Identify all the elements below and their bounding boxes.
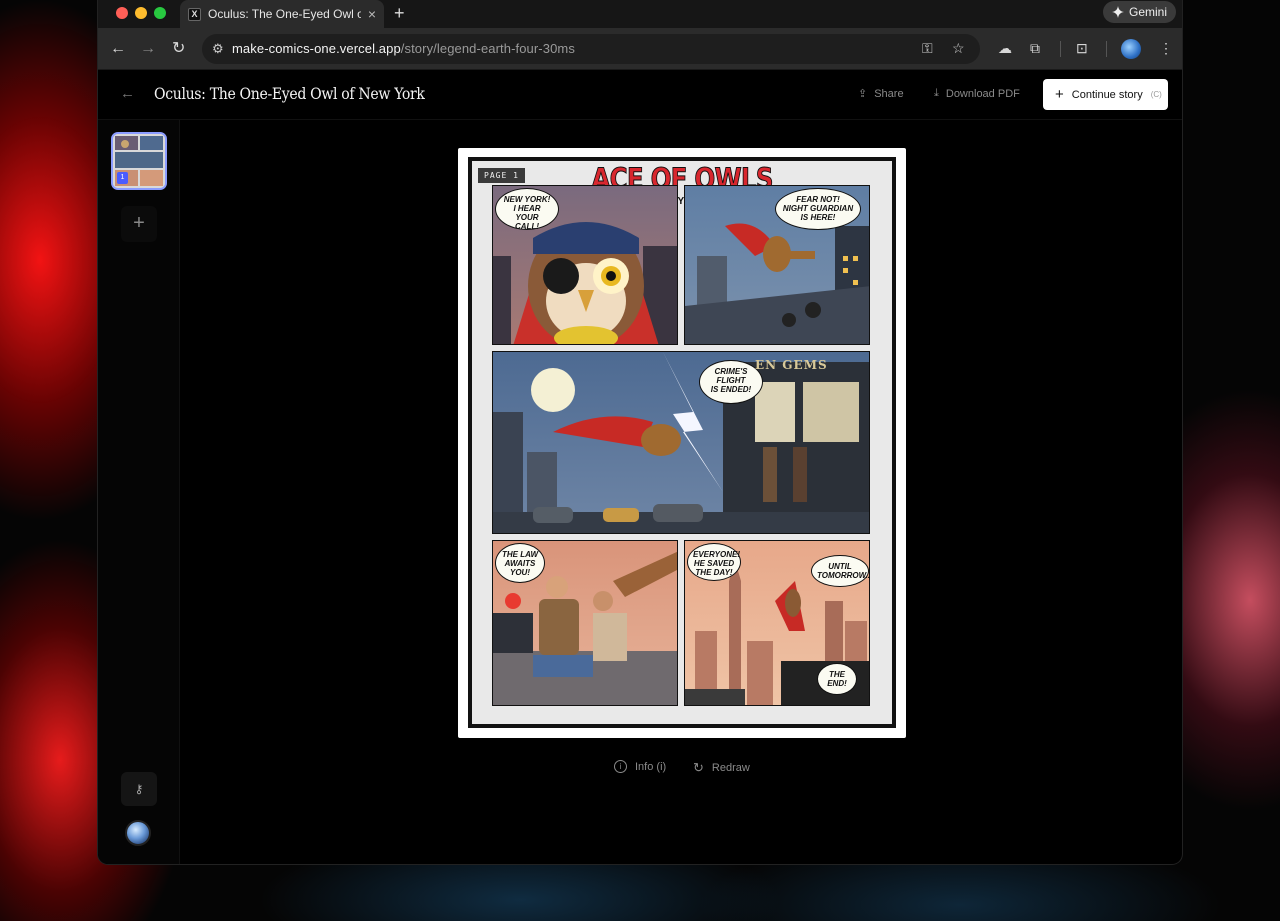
redraw-label: Redraw: [711, 762, 750, 774]
comic-page-frame: PAGE 1 ACE OF OWLS MYSTERY COMICS NEW YO…: [468, 157, 896, 728]
story-title: Oculus: The One-Eyed Owl of New York: [154, 84, 425, 103]
speech-bubble: EVERYONE! HE SAVED THE DAY!: [687, 543, 741, 581]
x-favicon-icon: X: [188, 7, 201, 21]
redraw-button[interactable]: ↻ Redraw: [693, 760, 750, 776]
forward-icon[interactable]: →: [140, 39, 156, 59]
speech-bubble: UNTIL TOMORROW...: [811, 555, 869, 587]
minimize-window-button[interactable]: [135, 7, 147, 19]
tab-title: Oculus: The One-Eyed Owl of New York: [208, 7, 361, 21]
download-icon: ⤓: [934, 87, 939, 99]
profile-avatar-icon[interactable]: [1121, 39, 1141, 59]
info-button[interactable]: i Info (i): [614, 760, 666, 773]
continue-label: Continue story: [1071, 88, 1143, 101]
share-button[interactable]: ⇪ Share: [858, 87, 904, 101]
comic-panel-1: NEW YORK! I HEAR YOUR CALL!: [492, 185, 678, 345]
download-pdf-button[interactable]: ⤓ Download PDF: [934, 87, 1020, 100]
comic-panel-3: CRIME'S FLIGHT IS ENDED! EN GEMS: [492, 351, 870, 534]
comic-panel-4: THE LAW AWAITS YOU!: [492, 540, 678, 706]
page-sidebar: 1 + ⚷: [98, 120, 180, 864]
url-host: make-comics-one.vercel.app: [232, 41, 401, 56]
browser-window: X Oculus: The One-Eyed Owl of New York ×…: [98, 0, 1182, 864]
tab-strip: X Oculus: The One-Eyed Owl of New York ×…: [98, 0, 1182, 28]
key-icon: ⚷: [134, 782, 144, 796]
url-text[interactable]: make-comics-one.vercel.app/story/legend-…: [232, 41, 575, 56]
redraw-icon: ↻: [693, 760, 704, 775]
speech-bubble: THE END!: [817, 663, 857, 695]
info-icon: i: [614, 760, 627, 773]
app-header: ← Oculus: The One-Eyed Owl of New York ⇪…: [98, 70, 1182, 120]
speech-bubble: THE LAW AWAITS YOU!: [495, 543, 545, 583]
browser-toolbar: ← → ↻ ⚙ make-comics-one.vercel.app/story…: [98, 28, 1182, 70]
back-arrow-icon[interactable]: ←: [120, 85, 135, 102]
comic-panel-5: EVERYONE! HE SAVED THE DAY! UNTIL TOMORR…: [684, 540, 870, 706]
bookmark-star-icon[interactable]: ☆: [952, 40, 965, 57]
back-icon[interactable]: ←: [110, 39, 126, 59]
add-page-button[interactable]: +: [121, 206, 157, 242]
new-tab-button[interactable]: +: [394, 3, 405, 24]
desktop-background: X Oculus: The One-Eyed Owl of New York ×…: [0, 0, 1280, 921]
page-number-badge: 1: [117, 172, 128, 184]
page-thumbnail[interactable]: 1: [111, 132, 167, 190]
toolbar-divider: [1060, 41, 1061, 57]
comic-panel-2: FEAR NOT! NIGHT GUARDIAN IS HERE!: [684, 185, 870, 345]
continue-story-button[interactable]: + Continue story (C): [1043, 79, 1168, 110]
gemini-label: Gemini: [1128, 5, 1167, 19]
keyboard-shortcut-hint: (C): [1150, 90, 1162, 99]
toolbar-divider: [1106, 41, 1107, 57]
zoom-window-button[interactable]: [154, 7, 166, 19]
lightning-street-illustration: [493, 352, 869, 533]
download-label: Download PDF: [945, 87, 1020, 100]
jewelry-shop-sign: EN GEMS: [755, 358, 828, 372]
address-bar[interactable]: ⚙ make-comics-one.vercel.app/story/legen…: [202, 34, 980, 64]
speech-bubble: CRIME'S FLIGHT IS ENDED!: [699, 360, 763, 404]
share-label: Share: [874, 87, 904, 100]
share-icon: ⇪: [858, 88, 868, 100]
browser-menu-icon[interactable]: ⋮: [1159, 40, 1173, 57]
api-key-button[interactable]: ⚷: [121, 772, 157, 806]
speech-bubble: NEW YORK! I HEAR YOUR CALL!: [495, 188, 559, 231]
reload-icon[interactable]: ↻: [172, 39, 185, 59]
speech-bubble: FEAR NOT! NIGHT GUARDIAN IS HERE!: [775, 188, 861, 230]
info-label: Info (i): [635, 760, 667, 773]
tab-search-icon[interactable]: ⊡: [1076, 40, 1088, 57]
site-settings-icon[interactable]: ⚙: [212, 41, 224, 57]
close-window-button[interactable]: [116, 7, 128, 19]
comic-page: PAGE 1 ACE OF OWLS MYSTERY COMICS NEW YO…: [458, 148, 906, 738]
tab-active[interactable]: X Oculus: The One-Eyed Owl of New York ×: [180, 0, 384, 28]
gemini-sparkle-icon: [1111, 6, 1124, 18]
cloud-extension-icon[interactable]: ☁: [998, 40, 1012, 57]
plus-icon: +: [1055, 86, 1064, 103]
extensions-puzzle-icon[interactable]: ⧉: [1030, 40, 1040, 57]
gemini-button[interactable]: Gemini: [1102, 1, 1176, 23]
password-key-icon[interactable]: ⚿: [922, 40, 933, 57]
close-tab-icon[interactable]: ×: [368, 7, 376, 21]
url-path: /story/legend-earth-four-30ms: [400, 41, 575, 56]
user-avatar[interactable]: [125, 820, 151, 846]
